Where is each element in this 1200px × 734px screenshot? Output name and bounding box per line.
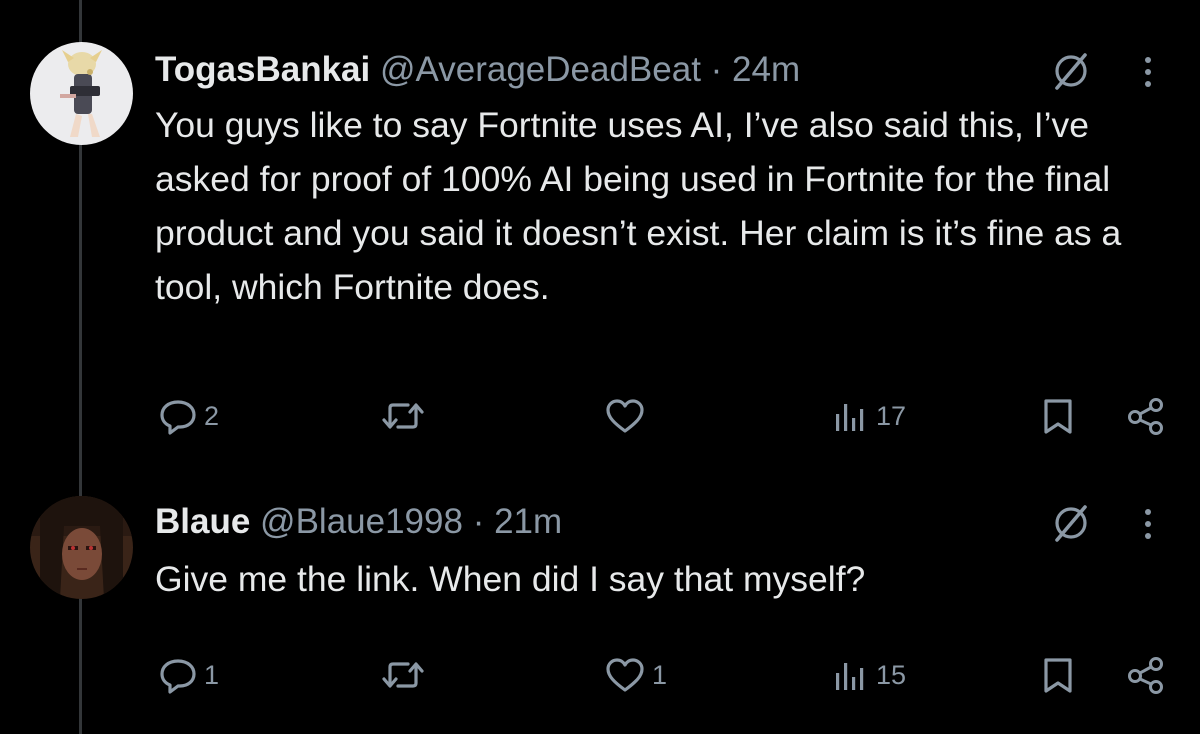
views-bar-chart-icon [836, 404, 864, 431]
reply-count: 1 [204, 659, 220, 690]
avatar[interactable] [30, 42, 133, 145]
display-name[interactable]: TogasBankai [155, 50, 370, 89]
more-options-icon[interactable] [1136, 52, 1160, 92]
tweet-actions: 2 17 [0, 391, 1200, 441]
share-icon [1128, 657, 1163, 694]
grok-icon[interactable] [1050, 50, 1092, 92]
tweet-header: Blaue @Blaue1998 · 21m [155, 500, 562, 544]
retweet-button[interactable] [380, 650, 432, 700]
tweet-text: Give me the link. When did I say that my… [155, 559, 866, 599]
tweet-header: TogasBankai @AverageDeadBeat · 24m [155, 48, 800, 92]
reply-icon [160, 400, 196, 435]
user-handle[interactable]: @AverageDeadBeat [380, 50, 701, 89]
share-button[interactable] [1125, 650, 1167, 700]
views-button[interactable]: 17 [830, 391, 906, 441]
bookmark-icon [1044, 399, 1072, 434]
tweet[interactable]: TogasBankai @AverageDeadBeat · 24m You g… [0, 0, 1200, 470]
user-handle[interactable]: @Blaue1998 [260, 502, 463, 541]
views-bar-chart-icon [836, 663, 864, 690]
view-count: 17 [876, 400, 907, 431]
like-heart-icon [606, 658, 644, 692]
reply-button[interactable]: 2 [158, 391, 219, 441]
timestamp[interactable]: 21m [494, 502, 562, 541]
separator: · [472, 502, 485, 541]
reply-count: 2 [204, 400, 220, 431]
views-button[interactable]: 15 [830, 650, 906, 700]
reply-icon [160, 659, 196, 694]
avatar-image [30, 42, 133, 145]
view-count: 15 [876, 659, 907, 690]
grok-icon[interactable] [1050, 502, 1092, 544]
like-heart-icon [606, 399, 644, 433]
avatar-image [30, 496, 133, 599]
retweet-icon [382, 662, 424, 688]
display-name[interactable]: Blaue [155, 502, 250, 541]
retweet-button[interactable] [380, 391, 432, 441]
bookmark-button[interactable] [1040, 650, 1076, 700]
bookmark-button[interactable] [1040, 391, 1076, 441]
share-button[interactable] [1125, 391, 1167, 441]
reply-button[interactable]: 1 [158, 650, 219, 700]
more-options-icon[interactable] [1136, 504, 1160, 544]
tweet[interactable]: Blaue @Blaue1998 · 21m Give me the link.… [0, 470, 1200, 734]
retweet-icon [382, 403, 424, 429]
avatar[interactable] [30, 496, 133, 599]
tweet-text: You guys like to say Fortnite uses AI, I… [155, 105, 1122, 307]
like-button[interactable] [604, 391, 652, 441]
share-icon [1128, 398, 1163, 435]
bookmark-icon [1044, 658, 1072, 693]
separator: · [710, 50, 723, 89]
like-button[interactable]: 1 [604, 650, 667, 700]
tweet-actions: 1 1 15 [0, 650, 1200, 700]
timestamp[interactable]: 24m [732, 50, 800, 89]
like-count: 1 [652, 659, 668, 690]
